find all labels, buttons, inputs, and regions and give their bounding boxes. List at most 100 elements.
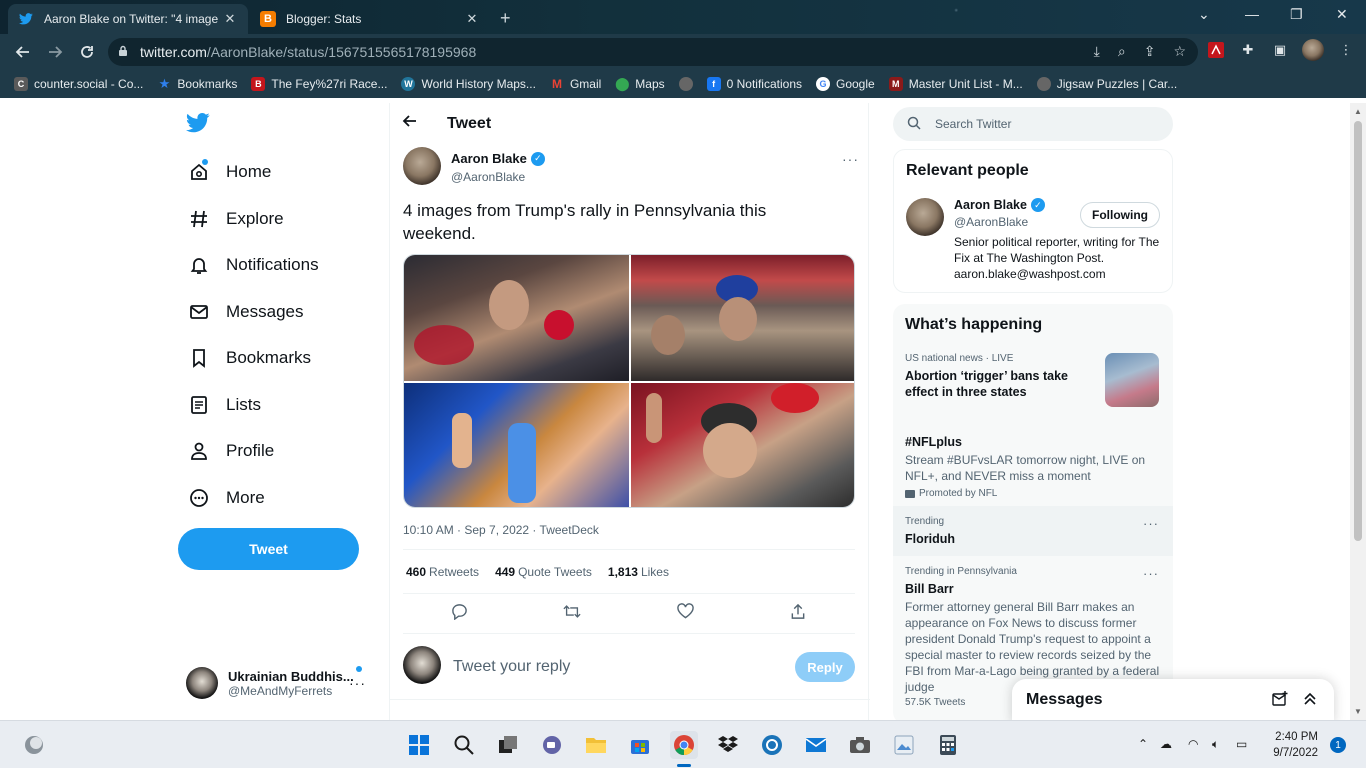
network-app-icon[interactable] [758,731,786,759]
expand-chevrons-icon[interactable] [1302,691,1318,712]
volume-icon[interactable]: 🔈︎ [1212,737,1219,752]
like-heart-icon[interactable] [675,601,695,621]
messages-drawer[interactable]: Messages [1012,679,1334,720]
bookmark-item[interactable]: ★ Bookmarks [157,76,238,91]
retweet-icon[interactable] [562,601,582,621]
bookmark-item[interactable]: M Master Unit List - M... [888,77,1023,91]
profile-avatar[interactable] [1302,39,1324,61]
bookmark-item[interactable]: ⬤ Maps [615,76,665,91]
reply-button[interactable]: Reply [795,652,855,682]
trend-item[interactable]: US national news · LIVE Abortion ‘trigge… [893,353,1173,407]
bookmark-star-icon[interactable]: ☆ [1173,43,1186,60]
file-explorer-icon[interactable] [582,731,610,759]
scrollbar-thumb[interactable] [1354,121,1362,541]
chrome-menu-icon[interactable]: ⋮ [1336,40,1356,60]
account-switcher[interactable]: Ukrainian Buddhis... @MeAndMyFerrets ··· [186,663,376,703]
scroll-up-icon[interactable]: ▲ [1354,107,1362,116]
bookmark-item[interactable]: Jigsaw Puzzles | Car... [1036,77,1177,91]
close-tab-icon[interactable]: ✕ [464,11,480,27]
tweet-timestamp[interactable]: 10:10 AM · Sep 7, 2022 · TweetDeck [403,523,599,537]
close-window-button[interactable]: ✕ [1336,6,1348,23]
bookmark-item[interactable]: G Google [816,77,875,91]
search-input[interactable]: Search Twitter [893,107,1173,141]
sidebar-item-bookmarks[interactable]: Bookmarks [178,338,311,378]
twitter-logo-icon[interactable] [186,113,212,137]
share-upload-icon[interactable] [788,601,808,621]
address-bar[interactable]: twitter.com/AaronBlake/status/1567515565… [108,38,1198,66]
scroll-down-icon[interactable]: ▼ [1354,707,1362,716]
close-tab-icon[interactable]: ✕ [222,11,238,27]
new-message-icon[interactable] [1272,691,1288,712]
author-handle[interactable]: @AaronBlake [451,170,525,184]
sidebar-item-more[interactable]: More [178,478,265,518]
search-icon[interactable] [450,731,478,759]
extensions-puzzle-icon[interactable]: ✚ [1238,40,1258,60]
more-options-icon[interactable]: ··· [842,151,859,167]
tab-search-icon[interactable]: ⌄ [1198,6,1210,23]
restore-button[interactable]: ❐ [1290,6,1303,23]
share-icon[interactable]: ⇪ [1144,43,1156,60]
windows-start-icon[interactable] [405,731,433,759]
battery-icon[interactable]: ▭ [1236,737,1247,751]
calculator-icon[interactable] [934,731,962,759]
notification-badge[interactable]: 1 [1330,737,1346,753]
wifi-icon[interactable]: ◠ [1188,737,1198,751]
bookmark-item[interactable]: Ccounter.social - Co... [14,77,143,91]
page-scrollbar[interactable]: ▲ ▼ [1350,103,1366,720]
tray-chevron-icon[interactable]: ⌃ [1138,737,1148,751]
bookmark-item[interactable]: B The Fey%27ri Race... [251,77,387,91]
sidebar-item-notifications[interactable]: Notifications [178,245,319,285]
install-app-icon[interactable]: ⤓ [1094,43,1100,60]
mail-icon[interactable] [802,731,830,759]
chrome-icon[interactable] [670,731,698,759]
back-arrow-icon[interactable] [402,113,418,134]
teams-chat-icon[interactable] [538,731,566,759]
bookmark-item[interactable]: W World History Maps... [401,77,536,91]
forward-arrow-icon[interactable] [40,37,70,67]
tweet-image[interactable] [631,383,854,507]
back-arrow-icon[interactable] [8,37,38,67]
minimize-button[interactable]: — [1245,6,1259,22]
dropbox-icon[interactable] [714,731,742,759]
quotes-stat[interactable]: 449 Quote Tweets [495,565,592,579]
trend-item[interactable]: Trending Floriduh ··· [893,516,1173,547]
following-button[interactable]: Following [1080,202,1160,228]
sidebar-item-home[interactable]: Home [178,152,271,192]
sidebar-item-lists[interactable]: Lists [178,385,261,425]
retweets-stat[interactable]: 460 Retweets [406,565,479,579]
tab-blogger[interactable]: B Blogger: Stats ✕ [250,4,490,34]
camera-icon[interactable] [846,731,874,759]
avatar[interactable] [906,198,944,236]
tweet-image[interactable] [404,255,629,381]
reply-input[interactable]: Tweet your reply [453,658,570,676]
weather-widget-icon[interactable] [20,731,48,759]
likes-stat[interactable]: 1,813 Likes [608,565,669,579]
pdf-extension-icon[interactable] [1206,40,1226,60]
trend-item[interactable]: #NFLplus Stream #BUFvsLAR tomorrow night… [893,430,1173,499]
task-view-icon[interactable] [494,731,522,759]
side-panel-icon[interactable]: ▣ [1270,40,1290,60]
tweet-image[interactable] [404,383,629,507]
tweet-button[interactable]: Tweet [178,528,359,570]
person-name[interactable]: Aaron Blake ✓ [954,198,1045,212]
sidebar-item-explore[interactable]: Explore [178,199,284,239]
more-options-icon[interactable]: ··· [1143,566,1159,581]
system-clock[interactable]: 2:40 PM 9/7/2022 [1270,729,1318,761]
tab-twitter[interactable]: Aaron Blake on Twitter: "4 image ✕ [8,4,248,34]
person-handle[interactable]: @AaronBlake [954,215,1028,229]
onedrive-cloud-icon[interactable]: ☁ [1160,737,1172,751]
avatar[interactable] [403,147,441,185]
tweet-image[interactable] [631,255,854,381]
new-tab-button[interactable]: + [500,8,511,29]
microsoft-store-icon[interactable] [626,731,654,759]
sidebar-item-messages[interactable]: Messages [178,292,303,332]
bookmark-item[interactable] [678,77,693,91]
reply-icon[interactable] [449,601,469,621]
sidebar-item-profile[interactable]: Profile [178,431,274,471]
photos-icon[interactable] [890,731,918,759]
reload-icon[interactable] [72,37,102,67]
bookmark-item[interactable]: f0 Notifications [706,77,802,91]
author-name[interactable]: Aaron Blake ✓ [451,151,545,166]
more-options-icon[interactable]: ··· [1143,516,1159,531]
bookmark-item[interactable]: M Gmail [550,77,601,91]
